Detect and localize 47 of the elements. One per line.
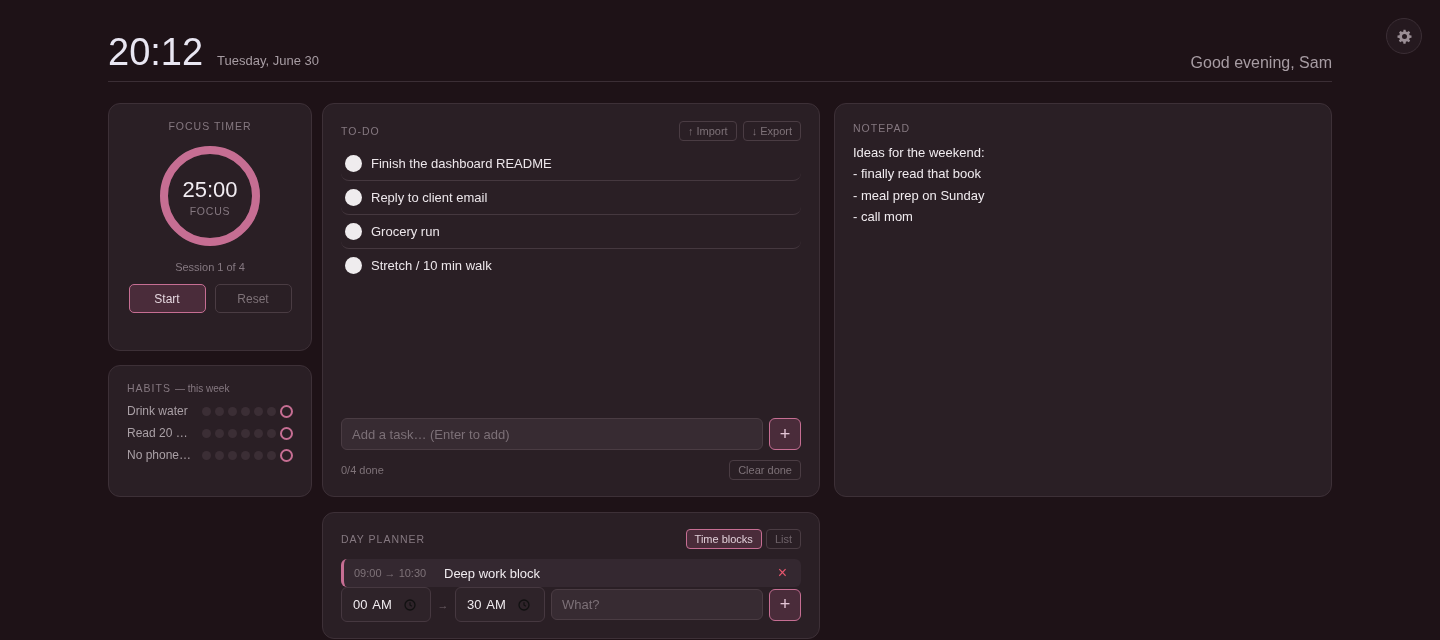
today-ring-icon[interactable] <box>280 404 293 418</box>
block-time: 09:00 → 10:30 <box>354 567 428 579</box>
task-text: Finish the dashboard README <box>371 156 552 171</box>
today-ring-icon[interactable] <box>280 448 293 462</box>
end-time-field[interactable]: 30 AM <box>455 587 545 622</box>
date-text: Tuesday, June 30 <box>217 53 319 68</box>
card-subtitle: — this week <box>174 383 230 394</box>
habit-name: Read 20 … <box>127 426 189 440</box>
today-ring-icon[interactable] <box>280 426 293 440</box>
done-count-text: 0/4 done <box>341 464 384 476</box>
task-text: Stretch / 10 min walk <box>371 258 492 273</box>
settings-button[interactable] <box>1386 18 1422 54</box>
import-button[interactable]: ↑ Import <box>678 121 737 141</box>
export-button[interactable]: ↓ Export <box>742 121 801 141</box>
add-task-button[interactable]: + <box>769 418 801 450</box>
task-checkbox[interactable] <box>345 257 362 274</box>
card-title: NOTEPAD <box>853 121 911 135</box>
settings-icon <box>1396 28 1412 44</box>
session-text: Session 1 of 4 <box>175 261 245 273</box>
block-title-input[interactable]: What? <box>551 589 763 620</box>
card-title: DAY PLANNER <box>341 533 426 545</box>
habit-name: Drink water <box>127 404 189 418</box>
habit-name: No phone… <box>127 448 193 462</box>
task-text: Grocery run <box>371 224 440 239</box>
task-checkbox[interactable] <box>345 189 362 206</box>
clock-icon <box>518 598 530 611</box>
clock-icon <box>404 598 416 611</box>
block-title: Deep work block <box>444 565 542 581</box>
task-checkbox[interactable] <box>345 155 362 172</box>
start-button[interactable]: Start <box>128 284 206 313</box>
task-text: Reply to client email <box>371 190 488 205</box>
timer-mode: FOCUS <box>189 204 231 217</box>
add-task-input[interactable]: Add a task… (Enter to add) <box>341 418 763 450</box>
view-tab[interactable]: Time blocks <box>685 529 762 549</box>
card-title: FOCUS TIMER <box>168 120 252 132</box>
greeting-text: Good evening, Sam <box>1190 54 1332 72</box>
add-block-button[interactable]: + <box>769 588 801 621</box>
start-time-field[interactable]: 00 AM <box>341 587 431 622</box>
task-checkbox[interactable] <box>345 223 362 240</box>
timer-time: 25:00 <box>182 177 238 202</box>
remove-block-button[interactable]: × <box>775 565 789 581</box>
clear-done-button[interactable]: Clear done <box>729 460 801 480</box>
card-title: HABITS <box>127 382 171 394</box>
arrow-separator: → <box>437 598 449 611</box>
card-title: TO-DO <box>341 125 380 137</box>
clock-time: 20:12 <box>108 31 204 73</box>
notepad-text-area[interactable]: Ideas for the weekend: - finally read that book - meal prep on Sunday - call mom <box>853 142 1313 228</box>
